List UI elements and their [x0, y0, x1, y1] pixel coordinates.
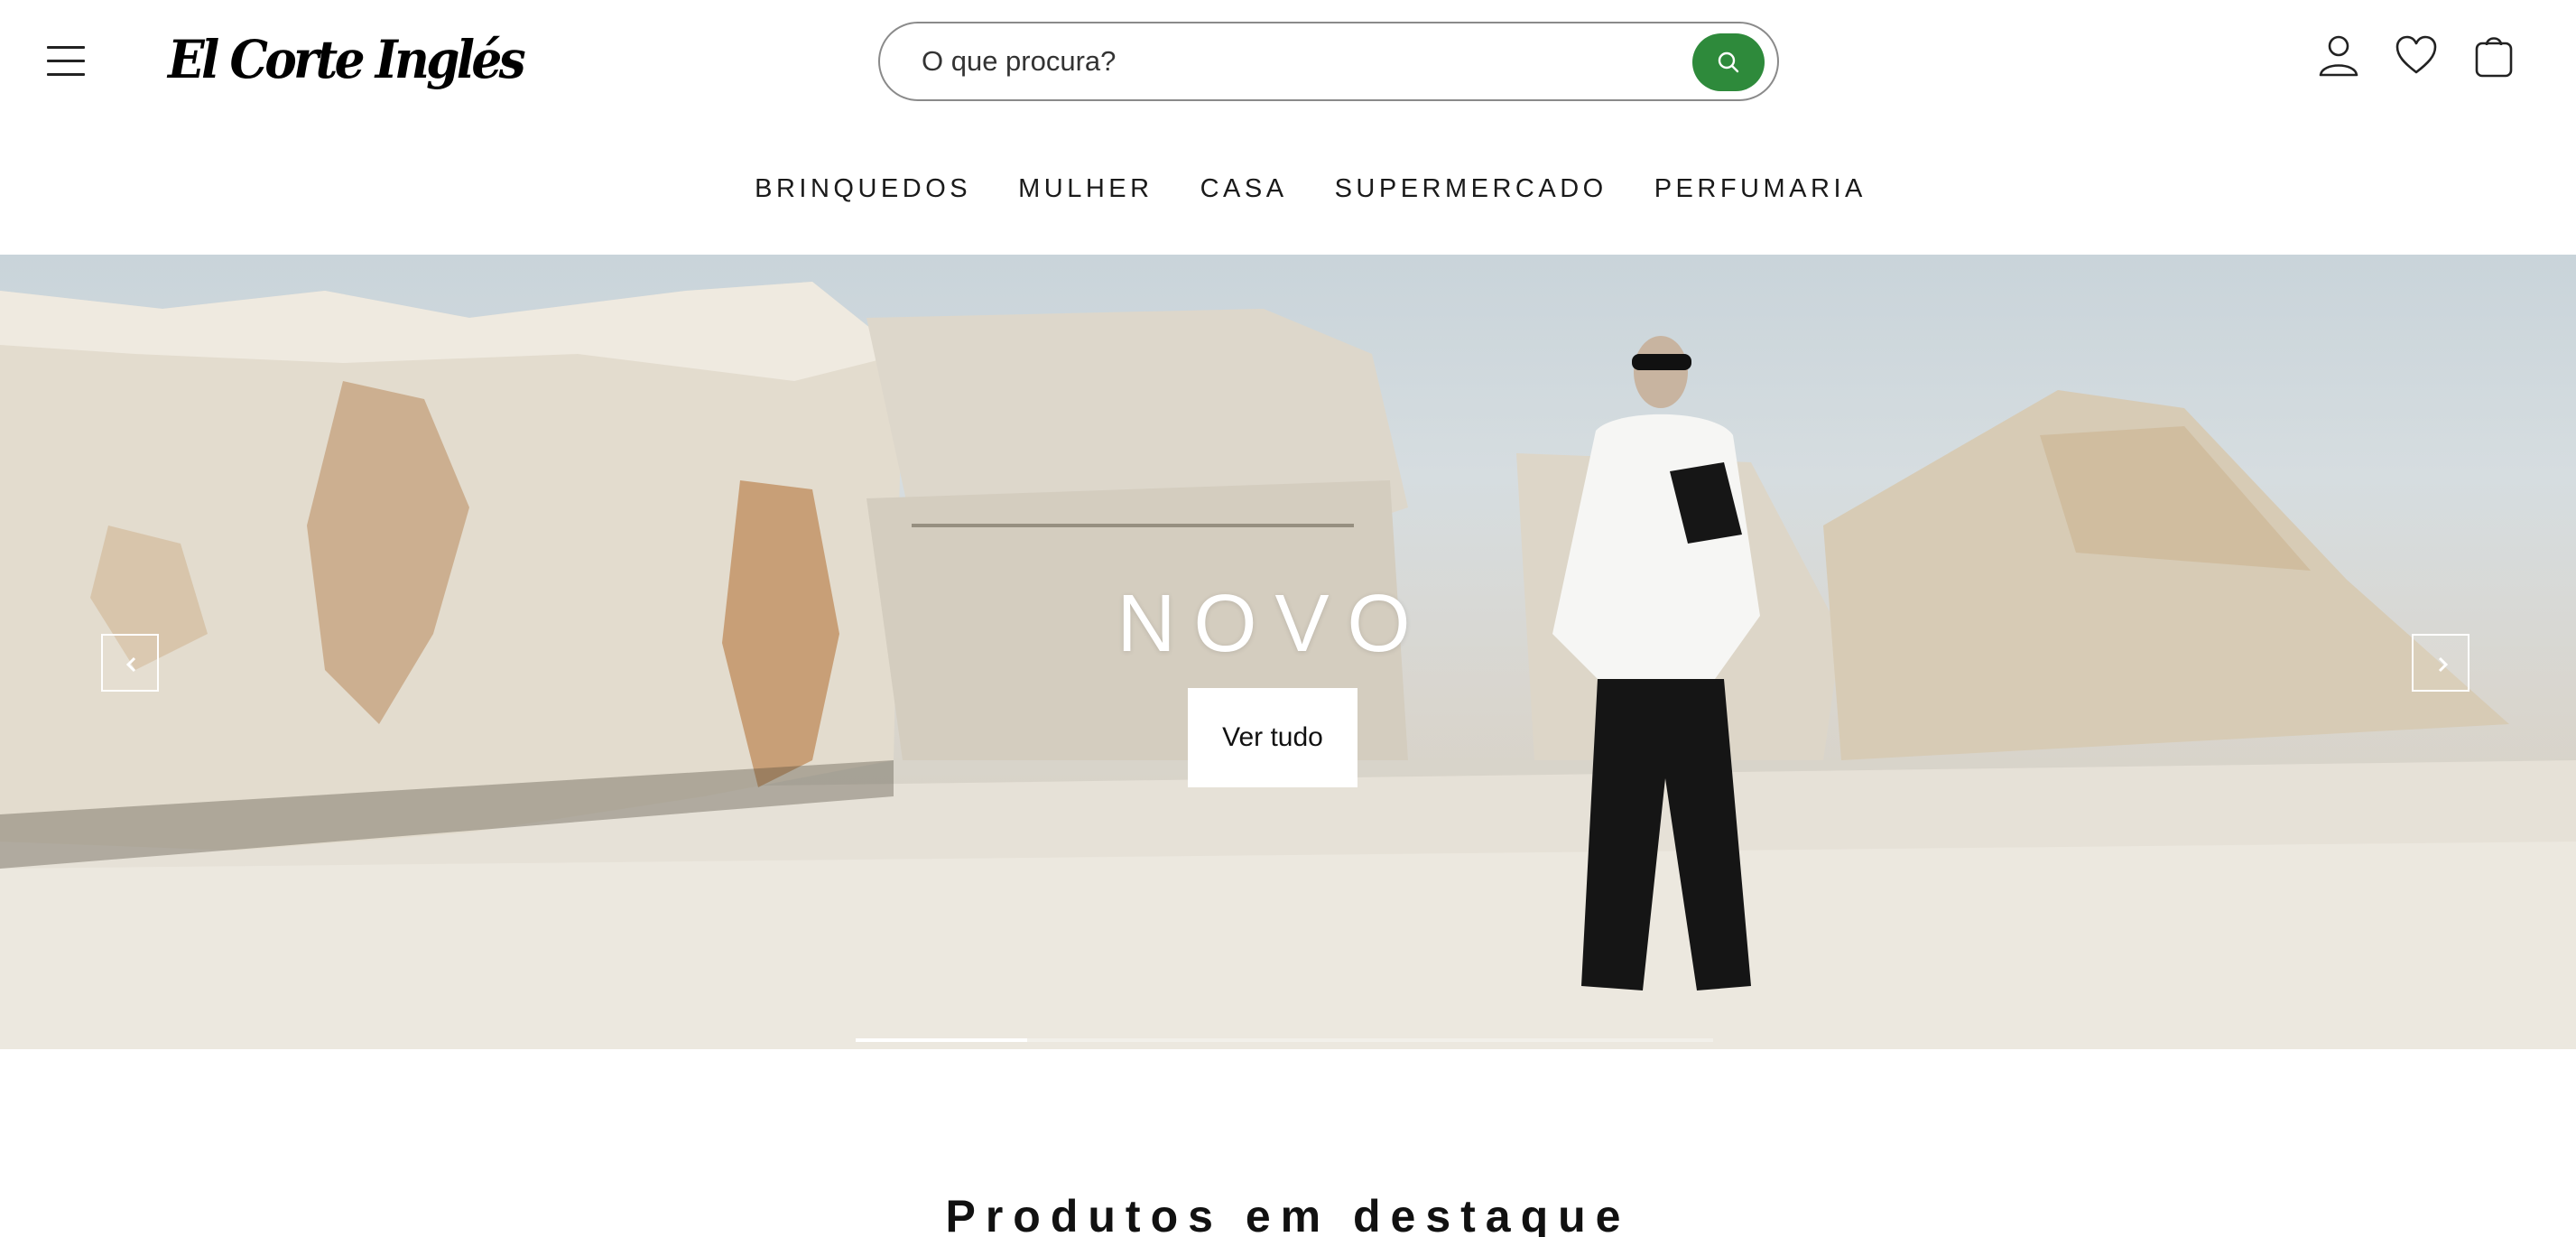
carousel-progress-fill: [856, 1038, 1027, 1042]
user-icon[interactable]: [2316, 33, 2361, 79]
carousel-next-button[interactable]: [2412, 634, 2469, 692]
featured-section-title: Produtos em destaque: [945, 1191, 1631, 1237]
brand-logo[interactable]: El Corte Inglés: [168, 23, 526, 96]
category-nav: BRINQUEDOS MULHER CASA SUPERMERCADO PERF…: [0, 168, 2576, 209]
chevron-right-icon: [2438, 656, 2449, 673]
nav-item-mulher[interactable]: MULHER: [1018, 168, 1153, 209]
nav-item-casa[interactable]: CASA: [1200, 168, 1288, 209]
search-input[interactable]: [922, 40, 1662, 83]
hero-banner[interactable]: NOVO Ver tudo: [0, 255, 2576, 1049]
logo-text: El Corte Inglés: [168, 29, 526, 90]
menu-icon[interactable]: [47, 43, 87, 78]
nav-item-perfumaria[interactable]: PERFUMARIA: [1654, 168, 1867, 209]
hero-title: NOVO: [1117, 579, 1429, 669]
search-button[interactable]: [1692, 33, 1765, 91]
chevron-left-icon: [125, 656, 136, 673]
nav-item-supermercado[interactable]: SUPERMERCADO: [1335, 168, 1608, 209]
nav-item-brinquedos[interactable]: BRINQUEDOS: [755, 168, 971, 209]
heart-icon[interactable]: [2394, 33, 2439, 79]
carousel-prev-button[interactable]: [101, 634, 159, 692]
search-bar: [878, 22, 1779, 101]
see-all-button[interactable]: Ver tudo: [1188, 688, 1357, 787]
search-icon: [1718, 51, 1739, 73]
site-header: El Corte Inglés BRINQUEDOS MULHER CASA: [0, 0, 2576, 255]
carousel-progress[interactable]: [856, 1038, 1713, 1042]
bag-icon[interactable]: [2471, 33, 2516, 79]
